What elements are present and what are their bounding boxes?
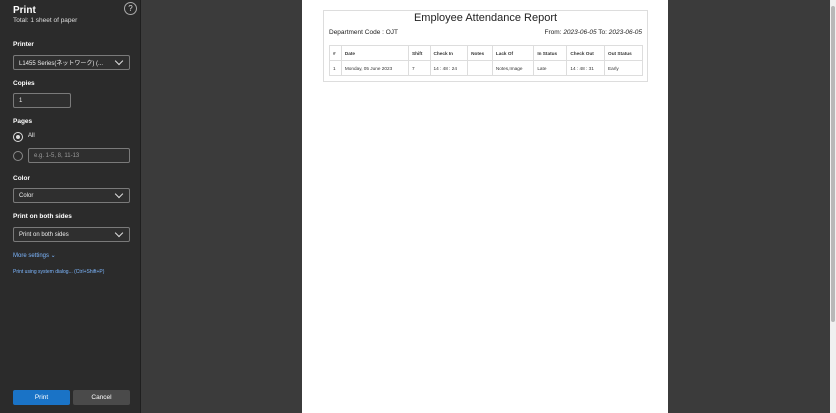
- pages-all-label: All: [28, 133, 35, 139]
- print-button[interactable]: Print: [13, 390, 70, 405]
- from-label: From:: [544, 29, 562, 36]
- table-cell: Early: [604, 60, 643, 76]
- department-code: Department Code : OJT: [329, 29, 398, 36]
- table-cell: Monday, 05 June 2023: [340, 60, 409, 76]
- table-cell: 7: [407, 60, 431, 76]
- cancel-button[interactable]: Cancel: [73, 390, 130, 405]
- both-sides-value: Print on both sides: [19, 231, 69, 238]
- column-header: #: [329, 45, 342, 61]
- chevron-down-icon: [114, 228, 124, 238]
- sheet-count: Total: 1 sheet of paper: [13, 17, 78, 24]
- copies-label: Copies: [13, 80, 35, 87]
- pages-custom-input[interactable]: e.g. 1-5, 8, 11-13: [28, 148, 130, 163]
- to-label: To:: [598, 29, 607, 36]
- color-select[interactable]: Color: [13, 188, 130, 203]
- column-header: Shift: [407, 45, 431, 61]
- column-header: Lack Of: [491, 45, 535, 61]
- from-date: 2023-06-05: [563, 29, 597, 36]
- printer-select[interactable]: L1455 Series(ネットワーク) (...: [13, 55, 130, 70]
- color-value: Color: [19, 192, 34, 199]
- pages-custom-radio[interactable]: [13, 151, 23, 161]
- column-header: Check Out: [566, 45, 606, 61]
- attendance-report: Employee Attendance Report Department Co…: [323, 10, 648, 82]
- table-header-row: # Date Shift Check In Notes Lack Of In S…: [329, 45, 643, 61]
- preview-page: Employee Attendance Report Department Co…: [302, 0, 668, 413]
- printer-label: Printer: [13, 41, 34, 48]
- more-settings-link[interactable]: More settings ⌄: [13, 252, 56, 259]
- both-sides-label: Print on both sides: [13, 213, 72, 220]
- column-header: Check In: [429, 45, 469, 61]
- table-cell: [467, 60, 493, 76]
- chevron-down-icon: [114, 56, 124, 66]
- color-label: Color: [13, 175, 30, 182]
- table-cell: 14 : 48 : 24: [429, 60, 469, 76]
- table-row: 1 Monday, 05 June 2023 7 14 : 48 : 24 No…: [329, 60, 643, 76]
- print-preview: Employee Attendance Report Department Co…: [141, 0, 836, 413]
- chevron-down-icon: [114, 189, 124, 199]
- panel-title: Print: [13, 5, 36, 16]
- both-sides-select[interactable]: Print on both sides: [13, 227, 130, 242]
- attendance-table: # Date Shift Check In Notes Lack Of In S…: [329, 45, 643, 76]
- scrollbar-thumb[interactable]: [831, 6, 835, 322]
- copies-input[interactable]: 1: [13, 93, 71, 108]
- date-range: From: 2023-06-05 To: 2023-06-05: [545, 29, 642, 36]
- table-cell: 14 : 48 : 31: [566, 60, 606, 76]
- column-header: Out Status: [604, 45, 643, 61]
- table-cell: Notes,Image: [491, 60, 535, 76]
- table-cell: 1: [329, 60, 342, 76]
- pages-all-radio[interactable]: [13, 132, 23, 142]
- table-cell: Late: [533, 60, 568, 76]
- print-settings-panel: Print Total: 1 sheet of paper ? Printer …: [0, 0, 141, 413]
- help-icon[interactable]: ?: [124, 2, 137, 15]
- column-header: Notes: [467, 45, 493, 61]
- to-date: 2023-06-05: [608, 29, 642, 36]
- printer-value: L1455 Series(ネットワーク) (...: [19, 61, 104, 67]
- column-header: Date: [340, 45, 409, 61]
- column-header: In Status: [533, 45, 568, 61]
- system-dialog-link[interactable]: Print using system dialog... (Ctrl+Shift…: [13, 269, 104, 275]
- report-title: Employee Attendance Report: [413, 12, 558, 24]
- pages-label: Pages: [13, 118, 33, 125]
- preview-scrollbar[interactable]: [830, 0, 836, 413]
